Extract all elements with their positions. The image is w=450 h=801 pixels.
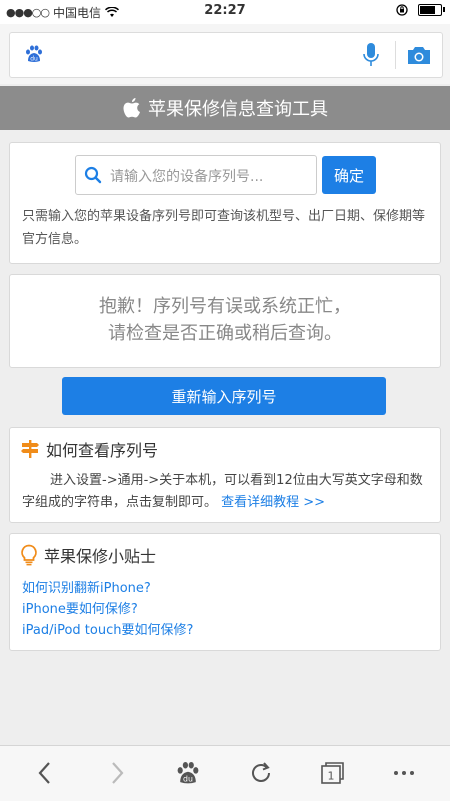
tabs-icon[interactable]: 1	[318, 760, 346, 786]
error-line-2: 请检查是否正确或稍后查询。	[108, 323, 342, 344]
tip-link-refurbished[interactable]: 如何识别翻新iPhone?	[22, 578, 193, 599]
error-card: 抱歉！序列号有误或系统正忙， 请检查是否正确或稍后查询。	[9, 274, 441, 368]
svg-text:du: du	[183, 774, 193, 783]
battery-level	[420, 6, 435, 14]
page-title-bar: 苹果保修信息查询工具	[0, 86, 450, 130]
tab-count: 1	[328, 770, 335, 783]
battery-icon	[418, 4, 445, 16]
howto-title: 如何查看序列号	[46, 441, 159, 460]
rotation-lock-icon	[396, 4, 408, 16]
more-menu-icon[interactable]	[392, 760, 416, 786]
svg-text:du: du	[30, 56, 38, 63]
microphone-icon[interactable]	[362, 42, 380, 68]
lightbulb-icon	[21, 544, 37, 566]
search-divider	[395, 41, 396, 69]
search-icon	[84, 166, 102, 184]
serial-number-placeholder: 请输入您的设备序列号...	[110, 169, 264, 185]
tip-link-ipad-warranty[interactable]: iPad/iPod touch要如何保修?	[22, 620, 193, 641]
tips-heading: 苹果保修小贴士	[20, 543, 156, 567]
status-time: 22:27	[204, 3, 246, 18]
tips-title: 苹果保修小贴士	[44, 547, 157, 566]
baidu-home-icon[interactable]: du	[175, 760, 201, 786]
retry-button[interactable]: 重新输入序列号	[62, 377, 386, 415]
forward-icon[interactable]	[106, 760, 128, 786]
baidu-paw-icon[interactable]: du	[24, 44, 44, 64]
apple-logo-icon	[123, 98, 140, 118]
query-hint: 只需输入您的苹果设备序列号即可查询该机型号、出厂日期、保修期等官方信息。	[22, 209, 426, 247]
error-message: 抱歉！序列号有误或系统正忙， 请检查是否正确或稍后查询。	[10, 293, 440, 347]
howto-heading: 如何查看序列号	[20, 437, 158, 461]
howto-text: 进入设置->通用->关于本机，可以看到12位由大写英文字母和数字组成的字符串，点…	[22, 470, 430, 514]
back-icon[interactable]	[34, 760, 56, 786]
query-card: 请输入您的设备序列号... 确定 只需输入您的苹果设备序列号即可查询该机型号、出…	[9, 142, 441, 264]
status-bar: ●●●○○ 中国电信 22:27	[0, 0, 450, 24]
error-line-1: 抱歉！序列号有误或系统正忙，	[99, 296, 351, 317]
camera-icon[interactable]	[406, 44, 432, 66]
tutorial-link[interactable]: 查看详细教程 >>	[221, 495, 325, 510]
page-title: 苹果保修信息查询工具	[148, 99, 328, 120]
search-input[interactable]: du	[9, 32, 443, 78]
tips-card: 苹果保修小贴士 如何识别翻新iPhone? iPhone要如何保修? iPad/…	[9, 533, 441, 651]
tip-link-iphone-warranty[interactable]: iPhone要如何保修?	[22, 599, 193, 620]
howto-card: 如何查看序列号 进入设置->通用->关于本机，可以看到12位由大写英文字母和数字…	[9, 427, 441, 523]
serial-number-input[interactable]: 请输入您的设备序列号...	[75, 155, 317, 195]
refresh-icon[interactable]	[248, 760, 274, 786]
signpost-icon	[21, 440, 39, 458]
browser-toolbar: du 1	[0, 745, 450, 801]
browser-search-bar: du	[0, 24, 450, 84]
tips-links: 如何识别翻新iPhone? iPhone要如何保修? iPad/iPod tou…	[22, 578, 193, 641]
status-right	[396, 4, 445, 16]
confirm-button[interactable]: 确定	[322, 156, 376, 194]
